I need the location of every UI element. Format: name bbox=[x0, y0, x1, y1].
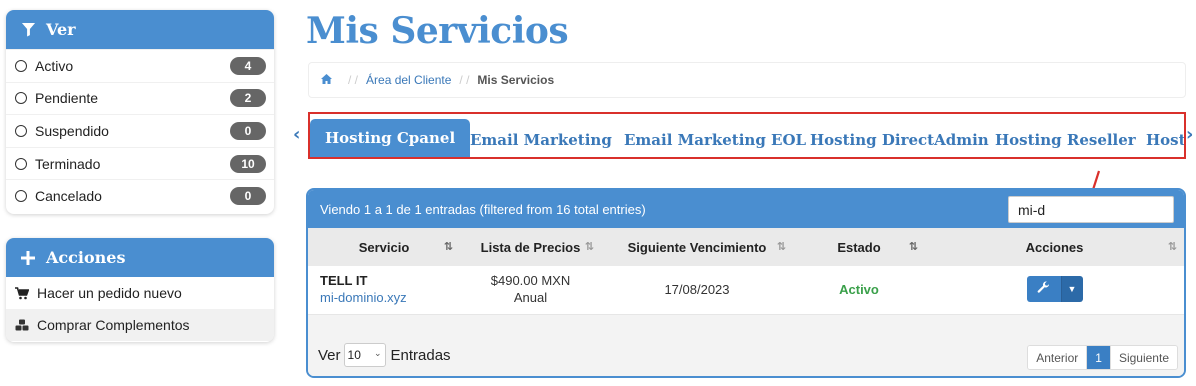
filter-icon bbox=[20, 22, 36, 38]
entries-label: Entradas bbox=[390, 346, 451, 364]
column-header-label: Acciones bbox=[1025, 239, 1084, 255]
actions-panel-title: Acciones bbox=[46, 248, 126, 267]
buy-addons-link[interactable]: Comprar Complementos bbox=[6, 309, 274, 341]
count-badge: 0 bbox=[230, 187, 266, 206]
filter-item-label: Pendiente bbox=[35, 90, 99, 107]
home-icon[interactable] bbox=[321, 73, 332, 87]
page-size-value: 10 bbox=[347, 348, 361, 362]
page-size-control: Ver 10 ⌄ Entradas bbox=[318, 343, 451, 367]
previous-page-button[interactable]: Anterior bbox=[1028, 346, 1087, 369]
filter-item-label: Cancelado bbox=[35, 188, 102, 205]
next-page-button[interactable]: Siguiente bbox=[1110, 346, 1177, 369]
filter-item-label: Suspendido bbox=[35, 122, 109, 139]
column-header-acciones[interactable]: Acciones ⇅ bbox=[925, 228, 1184, 266]
tabs-scroll-right-icon[interactable]: › bbox=[1186, 124, 1193, 145]
breadcrumb-separator: / / bbox=[348, 73, 359, 87]
count-badge: 0 bbox=[230, 121, 266, 140]
page-size-select[interactable]: 10 ⌄ bbox=[343, 343, 386, 367]
service-cell: TELL IT mi-dominio.xyz bbox=[308, 266, 460, 312]
tab-hosting-cpanel[interactable]: Hosting Cpanel bbox=[310, 119, 471, 157]
service-actions-button-group: ▼ bbox=[1026, 276, 1083, 302]
sort-icon[interactable]: ⇅ bbox=[777, 240, 786, 253]
breadcrumb-separator: / / bbox=[459, 73, 470, 87]
status-cell: Activo bbox=[793, 266, 925, 312]
billing-cycle: Anual bbox=[513, 290, 548, 305]
radio-icon[interactable] bbox=[15, 124, 27, 137]
new-order-label: Hacer un pedido nuevo bbox=[37, 285, 182, 301]
table-header-row: Servicio ⇅ Lista de Precios ⇅ Siguiente … bbox=[308, 228, 1184, 266]
radio-icon[interactable] bbox=[15, 157, 27, 170]
tabs-scroll-left-icon[interactable]: ‹ bbox=[293, 124, 300, 145]
page-number-button[interactable]: 1 bbox=[1086, 346, 1111, 369]
count-badge: 4 bbox=[230, 56, 266, 75]
filter-item-terminado[interactable]: Terminado 10 bbox=[6, 146, 274, 180]
breadcrumb-current: Mis Servicios bbox=[477, 73, 555, 87]
filter-panel: Ver Activo 4 Pendiente 2 Suspendido 0 Te… bbox=[6, 10, 274, 214]
buy-addons-label: Comprar Complementos bbox=[37, 317, 190, 333]
filter-panel-header: Ver bbox=[6, 10, 274, 49]
sort-icon[interactable]: ⇅ bbox=[585, 240, 594, 253]
column-header-estado[interactable]: Estado ⇅ bbox=[793, 228, 925, 266]
price-cell: $490.00 MXN Anual bbox=[460, 266, 601, 312]
caret-down-icon: ▼ bbox=[1067, 284, 1077, 294]
tab-hosting-more[interactable]: Hosti bbox=[1146, 119, 1184, 157]
table-footer: Ver 10 ⌄ Entradas Anterior 1 Siguiente bbox=[308, 314, 1184, 376]
product-group-tabs: Hosting Cpanel Email Marketing Email Mar… bbox=[308, 112, 1186, 159]
shopping-cart-icon bbox=[15, 286, 29, 300]
breadcrumb: / / Área del Cliente / / Mis Servicios bbox=[308, 62, 1186, 98]
count-badge: 10 bbox=[230, 154, 266, 173]
actions-panel-header: Acciones bbox=[6, 238, 274, 277]
table-row[interactable]: TELL IT mi-dominio.xyz $490.00 MXN Anual… bbox=[308, 266, 1184, 312]
filter-panel-title: Ver bbox=[46, 20, 76, 39]
service-name: TELL IT bbox=[320, 273, 368, 288]
radio-icon[interactable] bbox=[15, 92, 27, 105]
price-amount: $490.00 MXN bbox=[490, 273, 571, 288]
sort-icon[interactable]: ⇅ bbox=[1168, 240, 1177, 253]
filter-item-activo[interactable]: Activo 4 bbox=[6, 49, 274, 82]
cubes-icon bbox=[15, 319, 29, 331]
tab-hosting-reseller[interactable]: Hosting Reseller bbox=[995, 119, 1136, 157]
actions-dropdown-button[interactable]: ▼ bbox=[1060, 276, 1083, 302]
filter-item-suspendido[interactable]: Suspendido 0 bbox=[6, 114, 274, 147]
filter-item-label: Terminado bbox=[35, 155, 101, 172]
breadcrumb-client-area-link[interactable]: Área del Cliente bbox=[366, 73, 451, 87]
search-input[interactable] bbox=[1008, 196, 1174, 223]
tab-email-marketing-eol[interactable]: Email Marketing EOL bbox=[624, 119, 806, 157]
actions-cell: ▼ bbox=[925, 266, 1184, 312]
table-info-text: Viendo 1 a 1 de 1 entradas (filtered fro… bbox=[320, 201, 646, 217]
tab-hosting-directadmin[interactable]: Hosting DirectAdmin bbox=[810, 119, 989, 157]
tab-email-marketing[interactable]: Email Marketing bbox=[470, 119, 612, 157]
radio-icon[interactable] bbox=[15, 190, 27, 203]
show-label: Ver bbox=[318, 346, 341, 364]
actions-panel: Acciones Hacer un pedido nuevo Comprar C… bbox=[6, 238, 274, 342]
due-date-cell: 17/08/2023 bbox=[601, 266, 793, 312]
services-table-card: Viendo 1 a 1 de 1 entradas (filtered fro… bbox=[306, 188, 1186, 378]
pagination: Anterior 1 Siguiente bbox=[1027, 345, 1178, 370]
filter-item-cancelado[interactable]: Cancelado 0 bbox=[6, 179, 274, 212]
column-header-label: Estado bbox=[837, 239, 881, 255]
sort-icon[interactable]: ⇅ bbox=[909, 240, 918, 253]
chevron-down-icon: ⌄ bbox=[373, 348, 382, 358]
column-header-vencimiento[interactable]: Siguiente Vencimiento ⇅ bbox=[601, 228, 793, 266]
status-label: Activo bbox=[839, 281, 879, 297]
page-title: Mis Servicios bbox=[306, 10, 569, 52]
radio-icon[interactable] bbox=[15, 59, 27, 72]
column-header-precios[interactable]: Lista de Precios ⇅ bbox=[460, 228, 601, 266]
next-due-date: 17/08/2023 bbox=[664, 281, 730, 297]
manage-button[interactable] bbox=[1026, 276, 1061, 302]
plus-icon bbox=[20, 250, 36, 266]
wrench-icon bbox=[1037, 281, 1050, 297]
count-badge: 2 bbox=[230, 89, 266, 108]
sort-icon[interactable]: ⇅ bbox=[444, 240, 453, 253]
filter-item-pendiente[interactable]: Pendiente 2 bbox=[6, 81, 274, 115]
table-info-bar: Viendo 1 a 1 de 1 entradas (filtered fro… bbox=[308, 190, 1184, 228]
new-order-link[interactable]: Hacer un pedido nuevo bbox=[6, 277, 274, 309]
column-header-label: Servicio bbox=[358, 239, 410, 255]
service-domain-link[interactable]: mi-dominio.xyz bbox=[320, 290, 460, 305]
column-header-servicio[interactable]: Servicio ⇅ bbox=[308, 228, 460, 266]
filter-item-label: Activo bbox=[35, 57, 74, 74]
column-header-label: Lista de Precios bbox=[480, 239, 581, 255]
column-header-label: Siguiente Vencimiento bbox=[627, 239, 767, 255]
